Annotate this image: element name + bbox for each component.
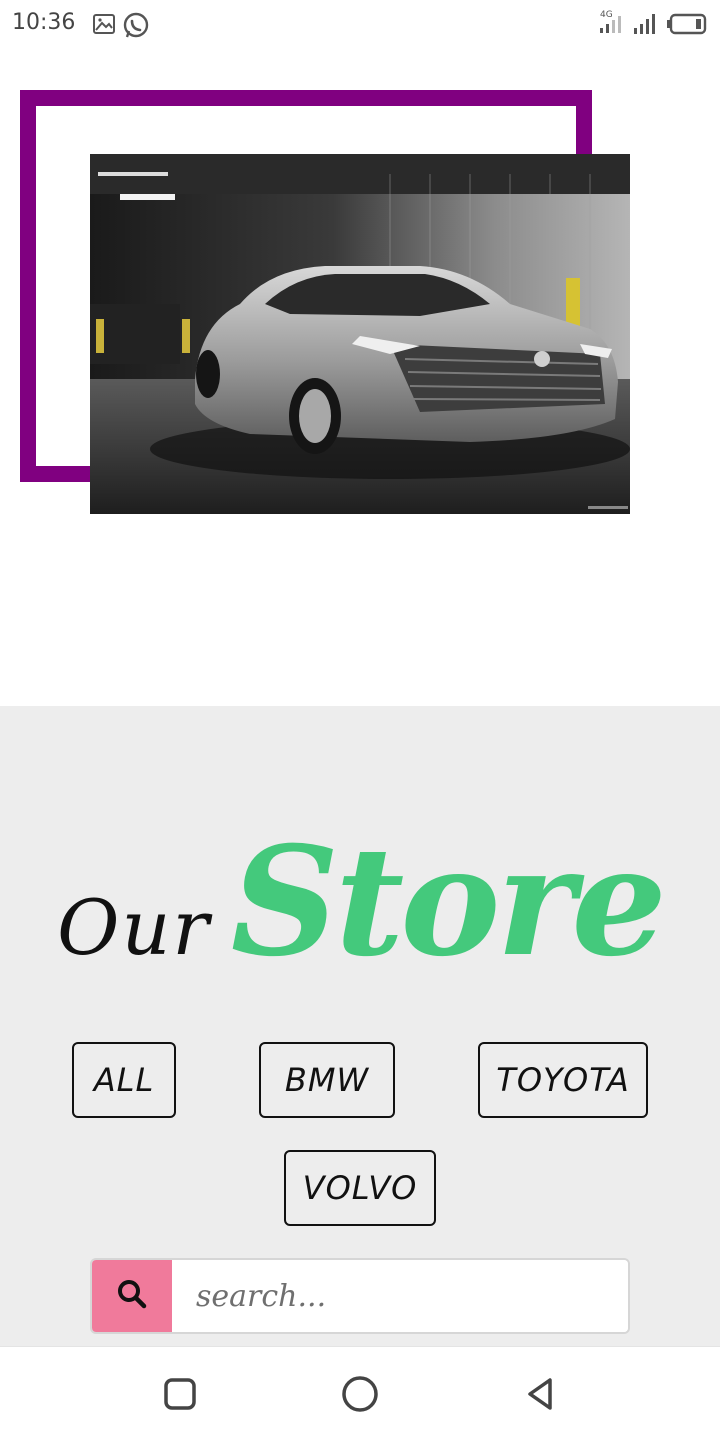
- search-bar: [90, 1258, 630, 1334]
- status-bar: 10:36 4G: [0, 0, 720, 50]
- title-main: Store: [230, 814, 667, 990]
- signal-4g-icon: 4G: [598, 8, 628, 41]
- filter-toyota-button[interactable]: TOYOTA: [478, 1042, 648, 1118]
- home-icon[interactable]: [335, 1369, 385, 1419]
- whatsapp-icon: [122, 12, 150, 45]
- store-title: Our Store: [0, 814, 720, 990]
- filter-bmw-button[interactable]: BMW: [259, 1042, 395, 1118]
- hero-section: [0, 50, 720, 706]
- car-photo: [90, 154, 630, 514]
- recent-apps-icon[interactable]: [155, 1369, 205, 1419]
- gallery-icon: [92, 12, 116, 41]
- signal-icon: [632, 10, 660, 41]
- store-section: Our Store ALL BMW TOYOTA VOLVO: [0, 706, 720, 1346]
- battery-icon: [666, 12, 708, 41]
- search-input[interactable]: [172, 1260, 628, 1332]
- svg-text:4G: 4G: [600, 10, 613, 20]
- search-button[interactable]: [92, 1260, 172, 1332]
- status-time: 10:36: [12, 10, 76, 35]
- navigation-bar: [0, 1346, 720, 1440]
- title-prefix: Our: [57, 883, 211, 972]
- search-icon: [116, 1278, 148, 1315]
- back-icon[interactable]: [515, 1369, 565, 1419]
- filter-volvo-button[interactable]: VOLVO: [284, 1150, 436, 1226]
- filter-all-button[interactable]: ALL: [72, 1042, 176, 1118]
